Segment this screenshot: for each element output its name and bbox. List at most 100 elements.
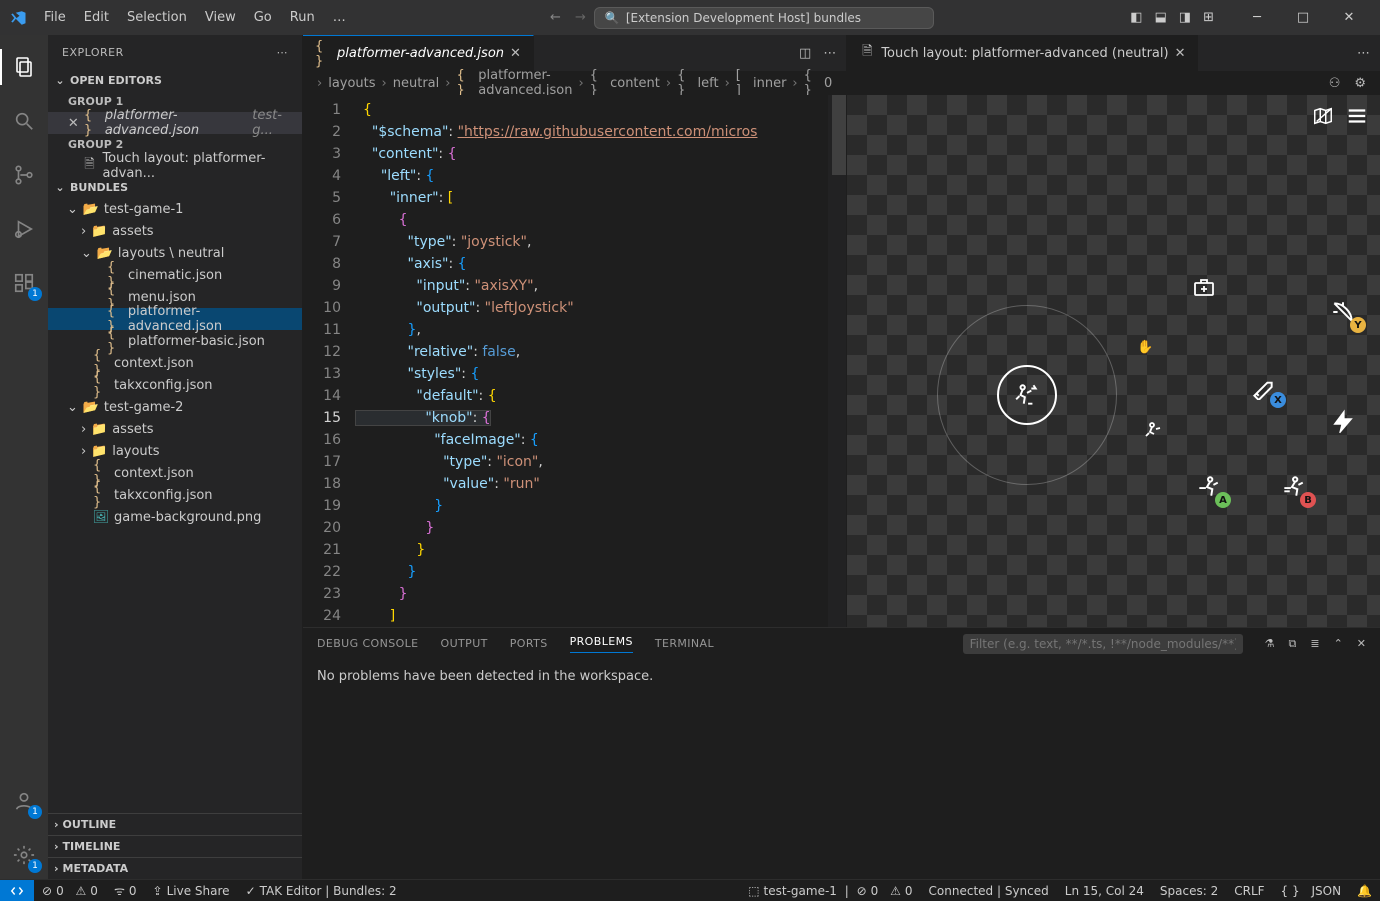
tree-platformer-advanced[interactable]: { }platformer-advanced.json bbox=[48, 308, 302, 330]
maximize-panel-icon[interactable]: ⌃ bbox=[1334, 637, 1343, 651]
panel-tab-terminal[interactable]: TERMINAL bbox=[655, 637, 714, 650]
window-close[interactable]: ✕ bbox=[1326, 0, 1372, 35]
status-lncol[interactable]: Ln 15, Col 24 bbox=[1057, 884, 1152, 898]
layout-toggle-right-icon[interactable]: ◨ bbox=[1179, 10, 1191, 25]
tree-takx-1[interactable]: { }takxconfig.json bbox=[48, 374, 302, 396]
code-content[interactable]: { "$schema": "https://raw.githubusercont… bbox=[355, 95, 846, 627]
collapse-icon[interactable]: ⧉ bbox=[1288, 637, 1296, 651]
nav-forward-icon[interactable]: → bbox=[575, 10, 586, 25]
outline-section[interactable]: ›OUTLINE bbox=[48, 813, 302, 835]
close-icon[interactable]: ✕ bbox=[68, 116, 79, 131]
tree-test-game-1[interactable]: ⌄📂test-game-1 bbox=[48, 198, 302, 220]
extensions-badge: 1 bbox=[28, 287, 42, 301]
metadata-section[interactable]: ›METADATA bbox=[48, 857, 302, 879]
button-sword-x[interactable]: X bbox=[1246, 370, 1280, 404]
status-notifications-icon[interactable]: 🔔 bbox=[1349, 884, 1380, 898]
menu-go[interactable]: Go bbox=[246, 6, 280, 29]
open-editors-section[interactable]: ⌄OPEN EDITORS bbox=[48, 70, 302, 91]
menu-overflow[interactable]: … bbox=[325, 6, 354, 29]
panel-tab-problems[interactable]: PROBLEMS bbox=[570, 635, 633, 653]
menu-icon[interactable] bbox=[1346, 105, 1368, 131]
button-dash-b[interactable]: B bbox=[1276, 470, 1310, 504]
tree-game-background[interactable]: 🖼game-background.png bbox=[48, 506, 302, 528]
tree-assets-1[interactable]: ›📁assets bbox=[48, 220, 302, 242]
status-sync[interactable]: Connected | Synced bbox=[921, 884, 1057, 898]
tree-context-1[interactable]: { }context.json bbox=[48, 352, 302, 374]
open-editor-item-1[interactable]: ✕ { } platformer-advanced.json test-g... bbox=[48, 112, 302, 134]
scrollbar-thumb[interactable] bbox=[832, 95, 846, 175]
tree-layouts-2[interactable]: ›📁layouts bbox=[48, 440, 302, 462]
tree-platformer-basic[interactable]: { }platformer-basic.json bbox=[48, 330, 302, 352]
map-icon[interactable] bbox=[1312, 105, 1334, 131]
panel-tab-debugconsole[interactable]: DEBUG CONSOLE bbox=[317, 637, 419, 650]
editor-tab-platformer-advanced[interactable]: { } platformer-advanced.json ✕ bbox=[303, 35, 534, 71]
preview-tab[interactable]: 🗎 Touch layout: platformer-advanced (neu… bbox=[847, 35, 1198, 71]
layout-toggle-left-icon[interactable]: ◧ bbox=[1130, 10, 1142, 25]
view-as-tree-icon[interactable]: ≣ bbox=[1310, 637, 1319, 651]
menu-edit[interactable]: Edit bbox=[76, 6, 117, 29]
status-game[interactable]: ⬚test-game-1 | ⊘0 ⚠0 bbox=[740, 884, 920, 898]
error-icon: ⊘ bbox=[857, 884, 867, 898]
close-icon[interactable]: ✕ bbox=[1175, 46, 1186, 61]
tree-assets-2[interactable]: ›📁assets bbox=[48, 418, 302, 440]
command-center[interactable]: 🔍 [Extension Development Host] bundles bbox=[594, 7, 934, 29]
status-eol[interactable]: CRLF bbox=[1226, 884, 1272, 898]
status-liveshare[interactable]: ⇪Live Share bbox=[145, 884, 238, 898]
menu-run[interactable]: Run bbox=[282, 6, 323, 29]
button-bow-y[interactable]: Y bbox=[1326, 295, 1360, 329]
menu-selection[interactable]: Selection bbox=[119, 6, 195, 29]
button-run-a[interactable]: A bbox=[1191, 470, 1225, 504]
menu-view[interactable]: View bbox=[197, 6, 244, 29]
tree-layouts-neutral[interactable]: ⌄📂layouts \ neutral bbox=[48, 242, 302, 264]
activity-accounts-icon[interactable]: 1 bbox=[0, 777, 48, 825]
window-maximize[interactable]: □ bbox=[1280, 0, 1326, 35]
menu-file[interactable]: File bbox=[36, 6, 74, 29]
filter-icon[interactable]: ⚗ bbox=[1265, 637, 1275, 651]
folder-icon: 📁 bbox=[91, 421, 107, 437]
button-attack[interactable] bbox=[1137, 415, 1171, 449]
activity-explorer-icon[interactable] bbox=[0, 43, 48, 91]
panel-tab-ports[interactable]: PORTS bbox=[510, 637, 548, 650]
tree-test-game-2[interactable]: ⌄📂test-game-2 bbox=[48, 396, 302, 418]
tree-takx-2[interactable]: { }takxconfig.json bbox=[48, 484, 302, 506]
joystick-knob[interactable] bbox=[997, 365, 1057, 425]
status-bar: ⊘0 ⚠0 ᯤ0 ⇪Live Share ✓TAK Editor | Bundl… bbox=[0, 879, 1380, 901]
activity-debug-icon[interactable] bbox=[0, 205, 48, 253]
editor-more-icon[interactable]: ⋯ bbox=[1357, 46, 1370, 61]
close-panel-icon[interactable]: ✕ bbox=[1357, 637, 1366, 651]
joystick-preview[interactable] bbox=[937, 305, 1117, 485]
radio-icon: ᯤ bbox=[114, 882, 125, 899]
status-errors[interactable]: ⊘0 ⚠0 bbox=[34, 884, 106, 898]
editor-more-icon[interactable]: ⋯ bbox=[823, 46, 836, 61]
activity-extensions-icon[interactable]: 1 bbox=[0, 259, 48, 307]
activity-search-icon[interactable] bbox=[0, 97, 48, 145]
button-lightning[interactable] bbox=[1326, 405, 1360, 439]
settings-icon[interactable]: ⚙ bbox=[1354, 76, 1366, 91]
user-test-icon[interactable]: ⚇ bbox=[1329, 76, 1341, 91]
layout-customize-icon[interactable]: ⊞ bbox=[1203, 10, 1214, 25]
tree-context-2[interactable]: { }context.json bbox=[48, 462, 302, 484]
nav-back-icon[interactable]: ← bbox=[550, 10, 561, 25]
status-ports[interactable]: ᯤ0 bbox=[106, 882, 145, 899]
open-editor-item-2[interactable]: 🗎 Touch layout: platformer-advan... bbox=[48, 155, 302, 177]
layout-toggle-bottom-icon[interactable]: ⬓ bbox=[1155, 10, 1167, 25]
split-editor-icon[interactable]: ◫ bbox=[799, 46, 811, 61]
status-lang[interactable]: { } JSON bbox=[1273, 884, 1350, 898]
folder-icon: 📂 bbox=[97, 245, 113, 261]
problems-filter-input[interactable] bbox=[963, 634, 1243, 654]
close-icon[interactable]: ✕ bbox=[510, 46, 521, 61]
activity-settings-icon[interactable]: 1 bbox=[0, 831, 48, 879]
remote-indicator[interactable] bbox=[0, 880, 34, 901]
warning-icon: ⚠ bbox=[890, 884, 901, 898]
code-editor[interactable]: 123456789101112131415161718192021222324 … bbox=[303, 95, 846, 627]
tree-cinematic[interactable]: { }cinematic.json bbox=[48, 264, 302, 286]
window-minimize[interactable]: ─ bbox=[1234, 0, 1280, 35]
bundles-section[interactable]: ⌄BUNDLES bbox=[48, 177, 302, 198]
timeline-section[interactable]: ›TIMELINE bbox=[48, 835, 302, 857]
activity-source-control-icon[interactable] bbox=[0, 151, 48, 199]
status-tak-editor[interactable]: ✓TAK Editor | Bundles: 2 bbox=[238, 884, 405, 898]
panel-tab-output[interactable]: OUTPUT bbox=[441, 637, 488, 650]
explorer-more-icon[interactable]: ⋯ bbox=[277, 46, 289, 59]
status-spaces[interactable]: Spaces: 2 bbox=[1152, 884, 1226, 898]
breadcrumb[interactable]: ›layouts ›neutral ›{ } platformer-advanc… bbox=[303, 71, 846, 95]
